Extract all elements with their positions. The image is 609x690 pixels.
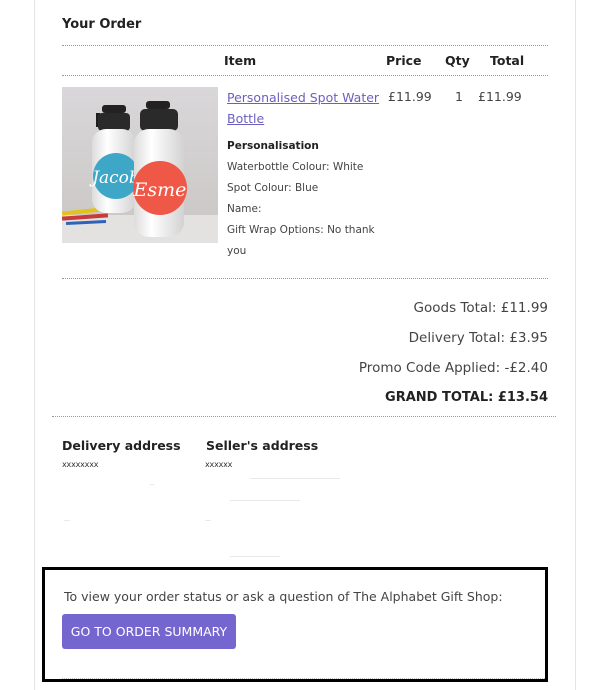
- promo-code-applied: Promo Code Applied: -£2.40: [358, 360, 548, 376]
- delivery-address-value: xxxxxxxx: [62, 460, 99, 469]
- divider: [52, 416, 556, 417]
- personalisation-line: Waterbottle Colour: White: [227, 161, 364, 173]
- personalisation-line: Gift Wrap Options: No thank: [227, 224, 375, 236]
- product-name-link[interactable]: Personalised Spot Water Bottle: [227, 87, 382, 129]
- redacted-text: [230, 556, 280, 557]
- goods-total: Goods Total: £11.99: [413, 300, 548, 316]
- divider: [62, 678, 545, 679]
- divider: [62, 278, 548, 279]
- delivery-address-title: Delivery address: [62, 438, 181, 453]
- grand-total: GRAND TOTAL: £13.54: [385, 390, 548, 405]
- redacted-text: [205, 520, 211, 521]
- product-price: £11.99: [388, 89, 432, 104]
- bottle-name-left: Jacob: [89, 168, 140, 188]
- seller-address-title: Seller's address: [206, 438, 319, 453]
- redacted-text: [230, 500, 300, 501]
- redacted-text: [64, 520, 70, 521]
- bottle-name-right: Esme: [133, 179, 187, 201]
- seller-address-value: xxxxxx: [205, 460, 233, 469]
- column-header-price: Price: [386, 53, 422, 68]
- product-total: £11.99: [478, 89, 522, 104]
- order-section-title: Your Order: [62, 17, 142, 32]
- personalisation-line: you: [227, 245, 247, 257]
- order-summary-callout: To view your order status or ask a quest…: [42, 567, 548, 682]
- redacted-text: [150, 484, 154, 485]
- column-header-item: Item: [224, 53, 257, 68]
- product-qty: 1: [455, 89, 463, 104]
- delivery-total: Delivery Total: £3.95: [408, 330, 548, 346]
- personalisation-line: Name:: [227, 203, 262, 215]
- divider: [62, 75, 548, 76]
- personalisation-line: Spot Colour: Blue: [227, 182, 319, 194]
- go-to-order-summary-button[interactable]: GO TO ORDER SUMMARY: [62, 614, 236, 649]
- order-status-text: To view your order status or ask a quest…: [64, 589, 503, 604]
- product-image[interactable]: Jacob Esme: [62, 87, 218, 243]
- column-header-qty: Qty: [445, 53, 470, 68]
- divider: [62, 45, 548, 46]
- personalisation-title: Personalisation: [227, 140, 319, 152]
- redacted-text: [250, 478, 340, 479]
- column-header-total: Total: [490, 53, 525, 68]
